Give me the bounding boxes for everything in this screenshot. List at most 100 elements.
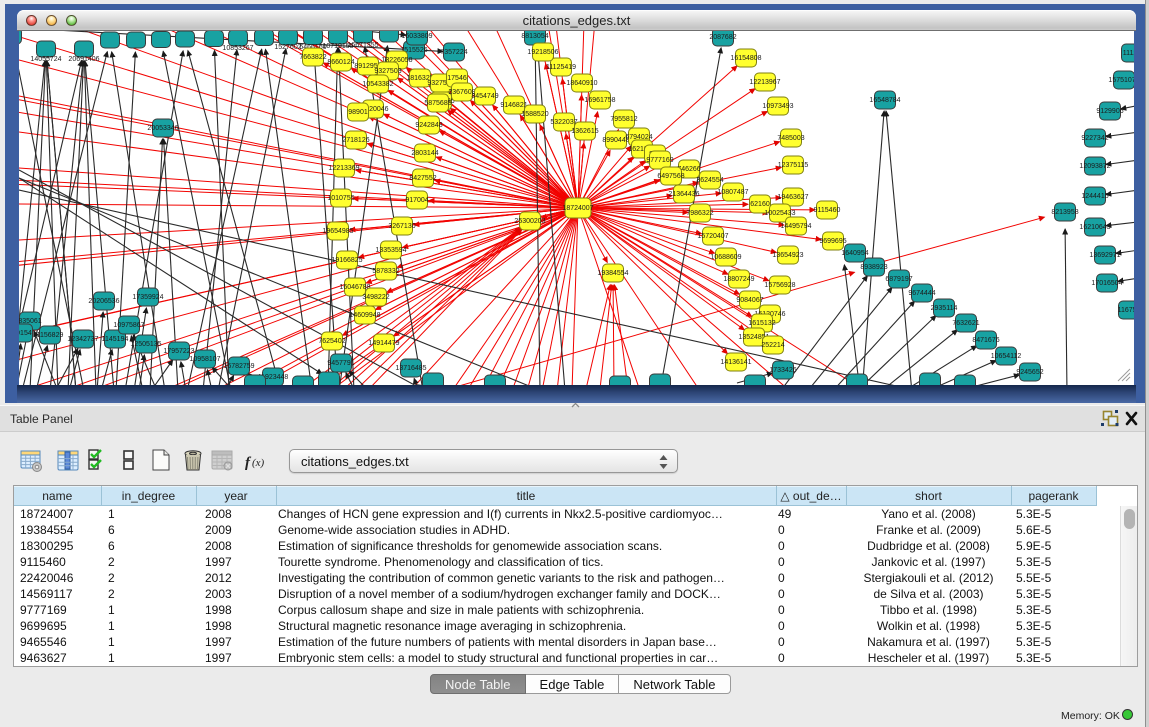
svg-text:9084067: 9084067	[736, 297, 763, 304]
svg-text:16210643: 16210643	[1079, 224, 1110, 231]
svg-text:12213967: 12213967	[749, 79, 780, 86]
svg-text:1615132: 1615132	[748, 320, 775, 327]
svg-text:11125419: 11125419	[546, 64, 576, 71]
svg-text:11124: 11124	[1123, 50, 1134, 57]
svg-text:9227342: 9227342	[1081, 135, 1108, 142]
svg-text:14055724: 14055724	[30, 56, 61, 63]
svg-text:10973493: 10973493	[762, 103, 793, 110]
svg-text:10958107: 10958107	[189, 356, 220, 363]
svg-text:9457791: 9457791	[327, 360, 354, 367]
svg-text:14609948: 14609948	[349, 312, 380, 319]
svg-text:14495794: 14495794	[780, 223, 811, 230]
svg-text:13654923: 13654923	[772, 252, 803, 259]
svg-text:16154808: 16154808	[730, 55, 761, 62]
svg-text:6497568: 6497568	[657, 173, 684, 180]
svg-text:10807487: 10807487	[717, 189, 748, 196]
svg-text:98901: 98901	[348, 109, 368, 116]
svg-text:20053346: 20053346	[147, 125, 178, 132]
svg-text:2803144: 2803144	[411, 150, 438, 157]
svg-text:1244415: 1244415	[1081, 193, 1108, 200]
svg-text:16033809: 16033809	[401, 33, 432, 40]
svg-text:116753: 116753	[1118, 307, 1134, 314]
svg-text:19166825: 19166825	[331, 257, 362, 264]
svg-text:2718126: 2718126	[342, 137, 369, 144]
svg-text:3624554: 3624554	[696, 177, 723, 184]
svg-text:10688609: 10688609	[710, 254, 741, 261]
svg-text:15756928: 15756928	[764, 282, 795, 289]
svg-text:39154: 39154	[19, 330, 32, 337]
svg-text:9115460: 9115460	[814, 207, 841, 214]
svg-text:12093872: 12093872	[1079, 163, 1110, 170]
svg-text:7485003: 7485003	[777, 135, 804, 142]
svg-text:1527602: 1527602	[274, 44, 301, 51]
svg-text:20691406: 20691406	[68, 56, 99, 63]
svg-text:9674444: 9674444	[908, 290, 935, 297]
svg-text:14914479: 14914479	[368, 340, 399, 347]
svg-text:7663822: 7663822	[299, 54, 326, 61]
svg-text:10543382: 10543382	[362, 81, 393, 88]
svg-text:1640954: 1640954	[841, 250, 868, 257]
svg-text:12505135: 12505135	[130, 341, 161, 348]
svg-text:13353594: 13353594	[375, 247, 406, 254]
svg-text:16671355: 16671355	[347, 42, 378, 49]
svg-text:7955812: 7955812	[610, 116, 637, 123]
svg-text:8213958: 8213958	[1051, 209, 1078, 216]
svg-text:1156829: 1156829	[37, 332, 64, 339]
svg-text:1362615: 1362615	[571, 128, 598, 135]
svg-text:18640910: 18640910	[566, 80, 597, 87]
svg-text:17016504: 17016504	[1091, 280, 1122, 287]
svg-text:(x): (x)	[252, 457, 265, 469]
svg-text:16961758: 16961758	[584, 97, 615, 104]
svg-text:18807249: 18807249	[723, 276, 754, 283]
svg-text:2087682: 2087682	[709, 34, 736, 41]
svg-text:9129906: 9129906	[1096, 108, 1123, 115]
svg-text:7632621: 7632621	[952, 320, 979, 327]
svg-text:7625402: 7625402	[318, 338, 345, 345]
svg-text:19463627: 19463627	[777, 194, 808, 201]
svg-text:1588520: 1588520	[521, 111, 548, 118]
svg-text:5875685: 5875685	[424, 100, 451, 107]
svg-text:13692971: 13692971	[1089, 252, 1120, 259]
svg-text:9245652: 9245652	[1016, 369, 1043, 376]
svg-text:252214: 252214	[761, 342, 784, 349]
svg-text:f: f	[245, 455, 252, 471]
svg-text:5878332: 5878332	[372, 268, 399, 275]
svg-text:3498222: 3498222	[362, 294, 389, 301]
svg-text:15751074: 15751074	[1108, 77, 1134, 84]
svg-text:9699695: 9699695	[819, 238, 846, 245]
svg-text:19384554: 19384554	[597, 270, 628, 277]
svg-text:9242848: 9242848	[415, 122, 442, 129]
svg-text:16548784: 16548784	[869, 97, 900, 104]
svg-text:16782759: 16782759	[223, 363, 254, 370]
svg-text:15720407: 15720407	[697, 233, 728, 240]
svg-text:1010755: 1010755	[327, 195, 354, 202]
svg-text:8454749: 8454749	[471, 93, 498, 100]
svg-text:14136141: 14136141	[720, 359, 751, 366]
svg-text:8427552: 8427552	[409, 175, 436, 182]
svg-text:20206536: 20206536	[88, 298, 119, 305]
svg-text:9777169: 9777169	[646, 157, 673, 164]
svg-text:1733426: 1733426	[769, 367, 796, 374]
svg-text:10654112: 10654112	[991, 353, 1022, 360]
svg-text:1145194: 1145194	[102, 336, 129, 343]
svg-text:18724007: 18724007	[562, 205, 593, 212]
svg-text:6879197: 6879197	[885, 276, 912, 283]
svg-text:17359924: 17359924	[132, 294, 163, 301]
svg-text:9327503: 9327503	[374, 68, 401, 75]
svg-text:5322037: 5322037	[550, 119, 577, 126]
svg-text:10975867: 10975867	[113, 322, 144, 329]
svg-text:19218506: 19218506	[527, 49, 558, 56]
svg-text:7986322: 7986322	[686, 210, 713, 217]
svg-text:12375115: 12375115	[778, 162, 809, 169]
svg-text:8660124: 8660124	[327, 59, 354, 66]
svg-text:917004: 917004	[405, 197, 428, 204]
svg-text:8471676: 8471676	[972, 337, 999, 344]
svg-text:17546: 17546	[447, 75, 467, 82]
svg-text:3267130: 3267130	[388, 223, 415, 230]
svg-text:7357224: 7357224	[440, 49, 467, 56]
svg-text:2935114: 2935114	[931, 305, 958, 312]
svg-text:21364436: 21364436	[668, 191, 699, 198]
svg-text:10853267: 10853267	[222, 45, 253, 52]
svg-text:25300203: 25300203	[514, 218, 545, 225]
svg-text:17957223: 17957223	[163, 348, 194, 355]
